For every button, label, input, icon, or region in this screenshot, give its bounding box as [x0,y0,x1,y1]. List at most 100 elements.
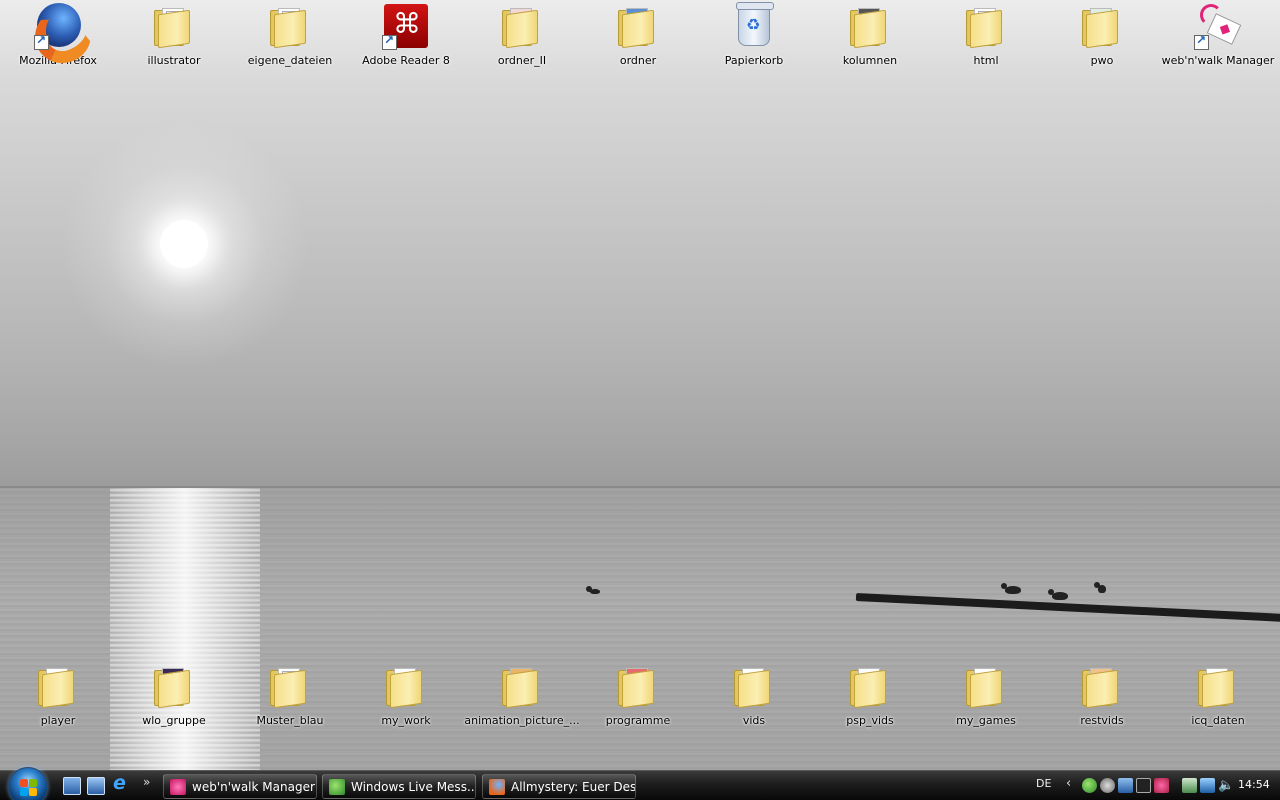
webnwalk-icon [1194,2,1242,50]
desktop-icon-label: eigene_dateien [247,54,333,67]
desktop-icon-label: web'n'walk Manager [1161,54,1275,67]
volume-icon[interactable]: 🔈 [1218,778,1234,793]
folder-icon [498,2,546,50]
taskbar-button-webnwalk[interactable]: web'n'walk Manager [163,774,317,799]
bird [1048,589,1068,600]
sun [160,220,208,268]
desktop-icon-my-games[interactable]: my_games [931,662,1041,727]
show-desktop-icon[interactable] [63,777,81,795]
folder-icon [150,2,198,50]
desktop-icon-label: Papierkorb [724,54,784,67]
desktop-icon-label: wlo_gruppe [142,714,206,727]
desktop-icon-label: ordner_II [497,54,547,67]
messenger-tray-icon[interactable] [1082,778,1097,793]
desktop-icon-label: ordner [619,54,657,67]
taskbar-button-messenger[interactable]: Windows Live Mess... [322,774,476,799]
bird [586,586,600,594]
folder-icon [266,662,314,710]
folder-icon [382,662,430,710]
start-button[interactable] [8,767,48,800]
desktop-icon-pwo[interactable]: pwo [1047,2,1157,67]
taskbar-button-label: Windows Live Mess... [351,779,476,794]
desktop-icon-html[interactable]: html [931,2,1041,67]
messenger-icon [329,778,345,795]
show-hidden-icons-button[interactable]: ‹ [1066,776,1071,791]
desktop-icon-label: programme [605,714,671,727]
webnwalk-icon [170,778,186,795]
desktop-icon-label: player [40,714,76,727]
desktop-icon-label: psp_vids [846,714,894,727]
folder-icon [498,662,546,710]
internet-explorer-icon[interactable] [111,772,129,795]
folder-icon [266,2,314,50]
desktop-icon-label: restvids [1080,714,1124,727]
desktop-icon-restvids[interactable]: restvids [1047,662,1157,727]
shortcut-arrow-icon [34,33,49,50]
folder-icon [1194,662,1242,710]
desktop-icon-label: pwo [1090,54,1114,67]
folder-icon [1078,662,1126,710]
clock[interactable]: 14:54 [1238,778,1270,791]
desktop-icon-label: html [973,54,999,67]
folder-icon [846,2,894,50]
desktop-icon-papierkorb[interactable]: Papierkorb [699,2,809,67]
desktop-icon-eigene-dateien[interactable]: eigene_dateien [235,2,345,67]
desktop-icon-label: animation_picture_... [464,714,580,727]
folder-icon [962,2,1010,50]
folder-icon [962,662,1010,710]
folder-icon [614,2,662,50]
desktop-icon-label: Adobe Reader 8 [362,54,450,67]
windows-logo-icon [20,779,38,797]
desktop-icon-kolumnen[interactable]: kolumnen [815,2,925,67]
security-tray-icon[interactable] [1154,778,1169,793]
language-indicator[interactable]: DE [1036,777,1051,790]
desktop-icon-my-work[interactable]: my_work [351,662,461,727]
desktop-icon-animation-picture[interactable]: animation_picture_... [464,662,580,727]
quick-launch-more-button[interactable]: » [143,775,150,789]
desktop-icon-label: kolumnen [842,54,898,67]
taskbar-button-label: Allmystery: Euer Des... [511,779,636,794]
desktop-icon-psp-vids[interactable]: psp_vids [815,662,925,727]
taskbar-button-firefox[interactable]: Allmystery: Euer Des... [482,774,636,799]
desktop-icon-illustrator[interactable]: illustrator [119,2,229,67]
desktop-icon-label: Muster_blau [256,714,324,727]
desktop-icon-label: vids [742,714,766,727]
taskbar: » web'n'walk Manager Windows Live Mess..… [0,767,1280,800]
display-tray-icon[interactable] [1136,778,1151,793]
desktop-wallpaper [0,0,1280,770]
folder-icon [34,662,82,710]
desktop-icon-programme[interactable]: programme [583,662,693,727]
recycle-bin-icon [730,2,778,50]
folder-icon [150,662,198,710]
bird [1094,582,1106,593]
desktop-icon-label: illustrator [147,54,201,67]
desktop-icon-mozilla-firefox[interactable]: Mozilla Firefox [3,2,113,67]
shortcut-arrow-icon [382,33,397,50]
safely-remove-hardware-icon[interactable] [1182,778,1197,793]
icq-tray-icon[interactable] [1100,778,1115,793]
desktop-icon-vids[interactable]: vids [699,662,809,727]
network-tray-icon[interactable] [1118,778,1133,793]
folder-icon [1078,2,1126,50]
desktop-icon-wlo-gruppe[interactable]: wlo_gruppe [119,662,229,727]
folder-icon [846,662,894,710]
network-status-icon[interactable] [1200,778,1215,793]
desktop-icon-label: my_games [956,714,1016,727]
desktop-icon-icq-daten[interactable]: icq_daten [1163,662,1273,727]
switch-windows-icon[interactable] [87,777,105,795]
bird [1001,583,1021,594]
desktop-icon-adobe-reader[interactable]: Adobe Reader 8 [351,2,461,67]
adobe-reader-icon [382,2,430,50]
desktop-icon-muster-blau[interactable]: Muster_blau [235,662,345,727]
desktop-icon-label: icq_daten [1191,714,1245,727]
desktop-icon-ordner-ii[interactable]: ordner_II [467,2,577,67]
desktop-icon-webnwalk-manager[interactable]: web'n'walk Manager [1161,2,1275,67]
folder-icon [614,662,662,710]
firefox-icon [34,2,82,50]
shortcut-arrow-icon [1194,33,1209,50]
folder-icon [730,662,778,710]
desktop-icon-label: my_work [381,714,431,727]
desktop-icon-player[interactable]: player [3,662,113,727]
desktop-icon-ordner[interactable]: ordner [583,2,693,67]
firefox-icon [489,778,505,795]
